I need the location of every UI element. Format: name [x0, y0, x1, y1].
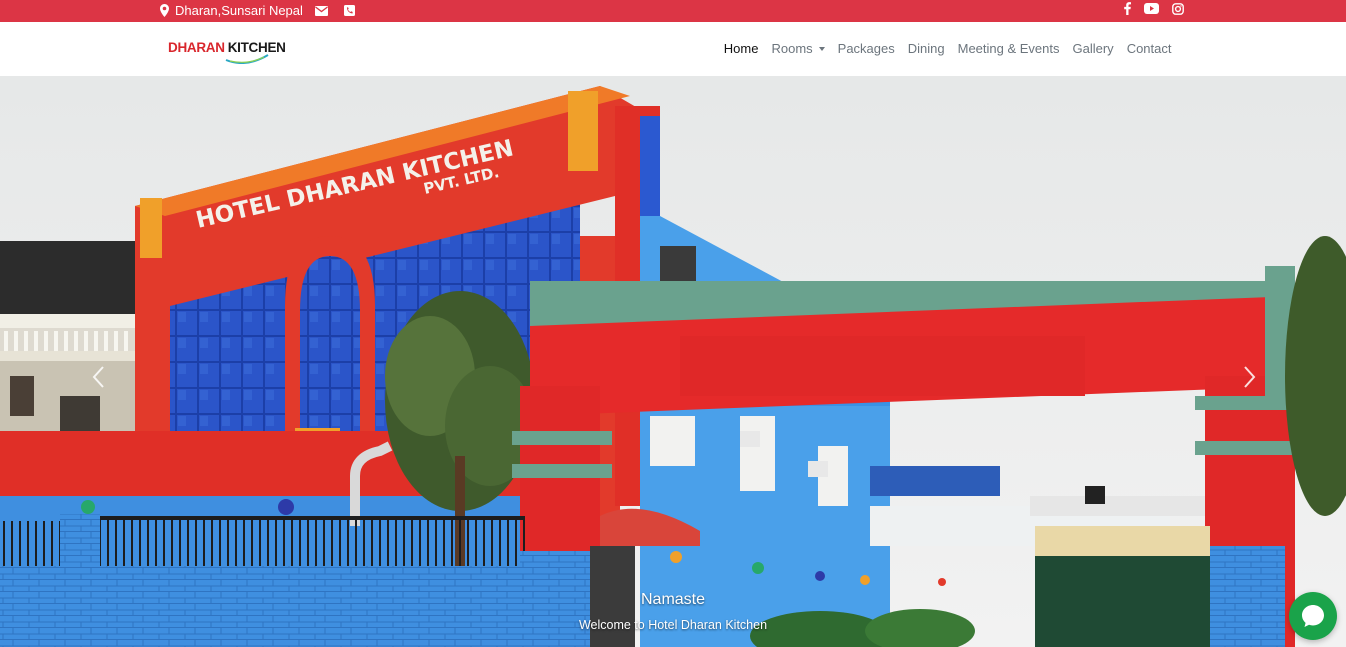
chevron-right-icon: [1244, 366, 1256, 388]
carousel-next-button[interactable]: [1240, 365, 1258, 389]
youtube-icon[interactable]: [1144, 3, 1159, 14]
instagram-icon[interactable]: [1172, 2, 1184, 15]
logo-swoosh-icon: [225, 54, 269, 64]
nav-packages[interactable]: Packages: [831, 41, 901, 56]
chat-bubble-icon: [1302, 605, 1324, 627]
phone-square-icon[interactable]: [343, 5, 355, 16]
social-links: [1124, 2, 1184, 15]
location-text: Dharan,Sunsari Nepal: [175, 3, 303, 18]
brand-logo[interactable]: DHARAN KITCHEN: [168, 39, 286, 67]
nav-gallery[interactable]: Gallery: [1066, 41, 1120, 56]
nav-contact[interactable]: Contact: [1120, 41, 1178, 56]
brand-word-2: KITCHEN: [227, 40, 286, 55]
hotel-building-photo: HOTEL DHARAN KITCHEN PVT. LTD.: [0, 76, 1346, 647]
nav-dining[interactable]: Dining: [901, 41, 951, 56]
nav-meeting-events[interactable]: Meeting & Events: [951, 41, 1066, 56]
carousel-prev-button[interactable]: [90, 365, 108, 389]
nav-rooms-label: Rooms: [771, 41, 813, 56]
contact-info: Dharan,Sunsari Nepal: [160, 3, 355, 18]
carousel-caption-title: Namaste: [640, 591, 706, 608]
carousel-caption-text: Welcome to Hotel Dharan Kitchen: [578, 618, 768, 632]
main-navbar: DHARAN KITCHEN Home Rooms Packages Dining…: [0, 22, 1346, 76]
hero-carousel: HOTEL DHARAN KITCHEN PVT. LTD. Namaste W…: [0, 76, 1346, 647]
nav-home[interactable]: Home: [717, 41, 765, 56]
brand-word-1: DHARAN: [168, 40, 225, 55]
primary-nav: Home Rooms Packages Dining Meeting & Eve…: [717, 41, 1178, 56]
envelope-icon[interactable]: [314, 5, 328, 16]
nav-rooms[interactable]: Rooms: [765, 41, 831, 56]
chevron-left-icon: [92, 366, 104, 388]
chat-widget-button[interactable]: [1289, 592, 1337, 640]
caret-down-icon: [818, 47, 825, 51]
facebook-icon[interactable]: [1124, 2, 1131, 15]
map-marker-icon: [160, 4, 169, 17]
top-bar: Dharan,Sunsari Nepal: [0, 0, 1346, 22]
